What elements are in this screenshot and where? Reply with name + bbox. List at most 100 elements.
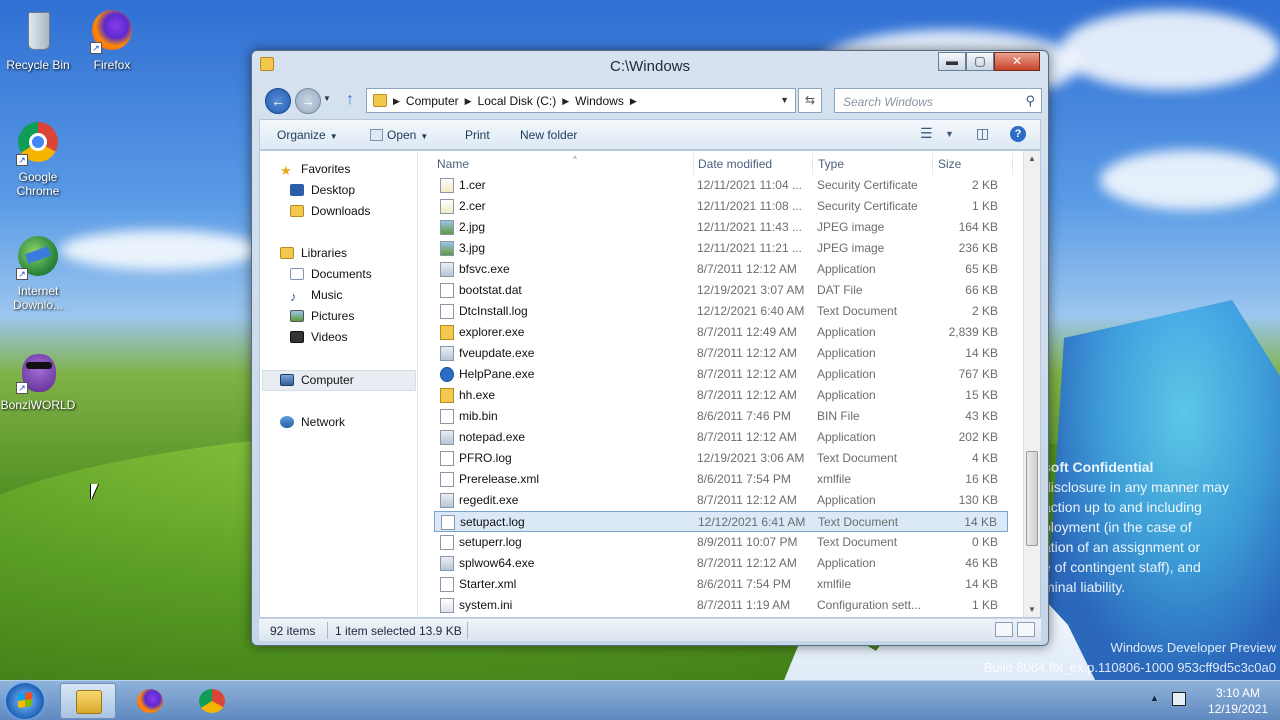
scroll-up-icon[interactable]: ▲ bbox=[1028, 154, 1036, 163]
column-divider[interactable] bbox=[1012, 153, 1013, 175]
file-size: 1 KB bbox=[971, 199, 998, 213]
desktop-icon-chrome[interactable]: ↗ Google Chrome bbox=[0, 122, 76, 198]
nav-downloads[interactable]: Downloads bbox=[290, 201, 370, 222]
recent-locations-dropdown[interactable]: ▼ bbox=[323, 94, 331, 103]
file-row[interactable]: splwow64.exe 8/7/2011 12:12 AM Application… bbox=[434, 553, 1008, 574]
column-divider[interactable] bbox=[932, 153, 933, 175]
details-view-icon[interactable] bbox=[995, 622, 1013, 637]
file-row[interactable]: 2.jpg 12/11/2021 11:43 ... JPEG image 164 K… bbox=[434, 217, 1008, 238]
column-header-size[interactable]: Size bbox=[938, 157, 961, 171]
file-row[interactable]: setuperr.log 8/9/2011 10:07 PM Text Docume… bbox=[434, 532, 1008, 553]
up-button[interactable]: ↑ bbox=[346, 91, 354, 109]
file-row[interactable]: setupact.log 12/12/2021 6:41 AM Text Docum… bbox=[434, 511, 1008, 532]
search-input[interactable]: Search Windows ⚲ bbox=[834, 88, 1042, 113]
breadcrumb-windows[interactable]: Windows bbox=[575, 94, 624, 108]
file-type: Application bbox=[817, 388, 876, 402]
new-folder-button[interactable]: New folder bbox=[520, 128, 577, 142]
breadcrumb-computer[interactable]: Computer bbox=[406, 94, 459, 108]
maximize-button[interactable]: ▢ bbox=[966, 52, 994, 71]
file-row[interactable]: Prerelease.xml 8/6/2011 7:54 PM xmlfile 16 … bbox=[434, 469, 1008, 490]
taskbar-firefox[interactable] bbox=[122, 683, 178, 719]
show-hidden-icons-icon[interactable]: ▲ bbox=[1150, 693, 1159, 703]
large-icons-view-icon[interactable] bbox=[1017, 622, 1035, 637]
file-row[interactable]: bfsvc.exe 8/7/2011 12:12 AM Application 65 … bbox=[434, 259, 1008, 280]
network-status-icon[interactable] bbox=[1172, 692, 1186, 706]
internet-download-manager-icon: ↗ bbox=[16, 236, 60, 280]
open-button[interactable]: Open ▼ bbox=[370, 128, 428, 142]
back-button[interactable]: ← bbox=[265, 88, 291, 114]
file-row[interactable]: explorer.exe 8/7/2011 12:49 AM Application… bbox=[434, 322, 1008, 343]
nav-videos[interactable]: Videos bbox=[290, 327, 347, 348]
desktop-icon-bonziworld[interactable]: ↗ BonziWORLD bbox=[0, 350, 76, 412]
file-size: 164 KB bbox=[958, 220, 998, 234]
nav-documents[interactable]: Documents bbox=[290, 264, 372, 285]
column-divider[interactable] bbox=[693, 153, 694, 175]
explorer-window[interactable]: C:\Windows ▬ ▢ ✕ ← → ▼ ↑ ▶ Computer ▶ Lo… bbox=[251, 50, 1049, 646]
print-button[interactable]: Print bbox=[465, 128, 490, 142]
nav-music[interactable]: ♪ Music bbox=[290, 285, 342, 306]
desktop-icon bbox=[290, 184, 304, 196]
column-header-type[interactable]: Type bbox=[818, 157, 844, 171]
column-header-name[interactable]: Name ^ bbox=[437, 155, 577, 171]
vertical-scrollbar[interactable]: ▲ ▼ bbox=[1023, 151, 1040, 617]
file-row[interactable]: 1.cer 12/11/2021 11:04 ... Security Certif… bbox=[434, 175, 1008, 196]
address-bar[interactable]: ▶ Computer ▶ Local Disk (C:) ▶ Windows ▶… bbox=[366, 88, 796, 113]
organize-label: Organize bbox=[277, 128, 326, 142]
close-button[interactable]: ✕ bbox=[994, 52, 1040, 71]
address-dropdown[interactable]: ▼ bbox=[780, 95, 789, 105]
organize-button[interactable]: Organize ▼ bbox=[277, 128, 338, 142]
file-row[interactable]: mib.bin 8/6/2011 7:46 PM BIN File 43 KB bbox=[434, 406, 1008, 427]
taskbar-chrome[interactable] bbox=[184, 683, 240, 719]
file-row[interactable]: bootstat.dat 12/19/2021 3:07 AM DAT File 66… bbox=[434, 280, 1008, 301]
breadcrumb-local-disk[interactable]: Local Disk (C:) bbox=[478, 94, 557, 108]
start-button[interactable] bbox=[6, 683, 44, 719]
taskbar-file-explorer[interactable] bbox=[60, 683, 116, 719]
desktop-icon-internet-download-manager[interactable]: ↗ Internet Downlo... bbox=[0, 236, 76, 312]
nav-favorites[interactable]: ★ Favorites bbox=[280, 159, 350, 180]
nav-computer[interactable]: Computer bbox=[280, 370, 354, 391]
file-date: 8/6/2011 7:46 PM bbox=[697, 409, 791, 423]
file-row[interactable]: hh.exe 8/7/2011 12:12 AM Application 15 KB bbox=[434, 385, 1008, 406]
file-row[interactable]: Starter.xml 8/6/2011 7:54 PM xmlfile 14 KB bbox=[434, 574, 1008, 595]
desktop-icon-label: Firefox bbox=[93, 58, 131, 72]
nav-pictures[interactable]: Pictures bbox=[290, 306, 354, 327]
help-icon[interactable]: ? bbox=[1010, 126, 1026, 142]
file-row[interactable]: notepad.exe 8/7/2011 12:12 AM Application 2… bbox=[434, 427, 1008, 448]
column-header-date[interactable]: Date modified bbox=[698, 157, 772, 171]
clock[interactable]: 3:10 AM 12/19/2021 bbox=[1208, 685, 1268, 717]
file-row[interactable]: 2.cer 12/11/2021 11:08 ... Security Certif… bbox=[434, 196, 1008, 217]
file-row[interactable]: HelpPane.exe 8/7/2011 12:12 AM Application… bbox=[434, 364, 1008, 385]
file-size: 14 KB bbox=[965, 346, 998, 360]
chevron-right-icon[interactable]: ▶ bbox=[393, 94, 400, 108]
search-icon[interactable]: ⚲ bbox=[1025, 93, 1035, 109]
title-bar[interactable]: C:\Windows ▬ ▢ ✕ bbox=[252, 51, 1048, 81]
chevron-right-icon[interactable]: ▶ bbox=[465, 94, 472, 108]
chevron-right-icon[interactable]: ▶ bbox=[630, 94, 637, 108]
file-row[interactable]: PFRO.log 12/19/2021 3:06 AM Text Document 4… bbox=[434, 448, 1008, 469]
nav-label: Documents bbox=[311, 267, 372, 281]
chevron-down-icon[interactable]: ▼ bbox=[945, 129, 954, 139]
file-row[interactable]: DtcInstall.log 12/12/2021 6:40 AM Text Doc… bbox=[434, 301, 1008, 322]
minimize-button[interactable]: ▬ bbox=[938, 52, 966, 71]
refresh-button[interactable]: ⇆ bbox=[798, 88, 822, 113]
nav-network[interactable]: Network bbox=[280, 412, 345, 433]
arrow-up-icon: ↑ bbox=[346, 91, 354, 108]
file-row[interactable]: 3.jpg 12/11/2021 11:21 ... JPEG image 236 K… bbox=[434, 238, 1008, 259]
forward-button[interactable]: → bbox=[295, 88, 321, 114]
downloads-icon bbox=[290, 205, 304, 217]
view-options-icon[interactable]: ☰ bbox=[920, 125, 933, 142]
file-row[interactable]: system.ini 8/7/2011 1:19 AM Configuration … bbox=[434, 595, 1008, 616]
nav-label: Libraries bbox=[301, 246, 348, 260]
column-divider[interactable] bbox=[812, 153, 813, 175]
preview-pane-icon[interactable]: ◫ bbox=[976, 125, 989, 142]
scrollbar-thumb[interactable] bbox=[1026, 451, 1038, 546]
desktop-icon-firefox[interactable]: ↗ Firefox bbox=[74, 10, 150, 72]
nav-libraries[interactable]: Libraries bbox=[280, 243, 347, 264]
nav-desktop[interactable]: Desktop bbox=[290, 180, 355, 201]
chevron-right-icon[interactable]: ▶ bbox=[562, 94, 569, 108]
desktop-icon-recycle-bin[interactable]: Recycle Bin bbox=[0, 10, 76, 72]
scroll-down-icon[interactable]: ▼ bbox=[1028, 605, 1036, 614]
file-row[interactable]: fveupdate.exe 8/7/2011 12:12 AM Applicatio… bbox=[434, 343, 1008, 364]
file-date: 8/7/2011 12:12 AM bbox=[697, 556, 797, 570]
file-row[interactable]: regedit.exe 8/7/2011 12:12 AM Application 1… bbox=[434, 490, 1008, 511]
